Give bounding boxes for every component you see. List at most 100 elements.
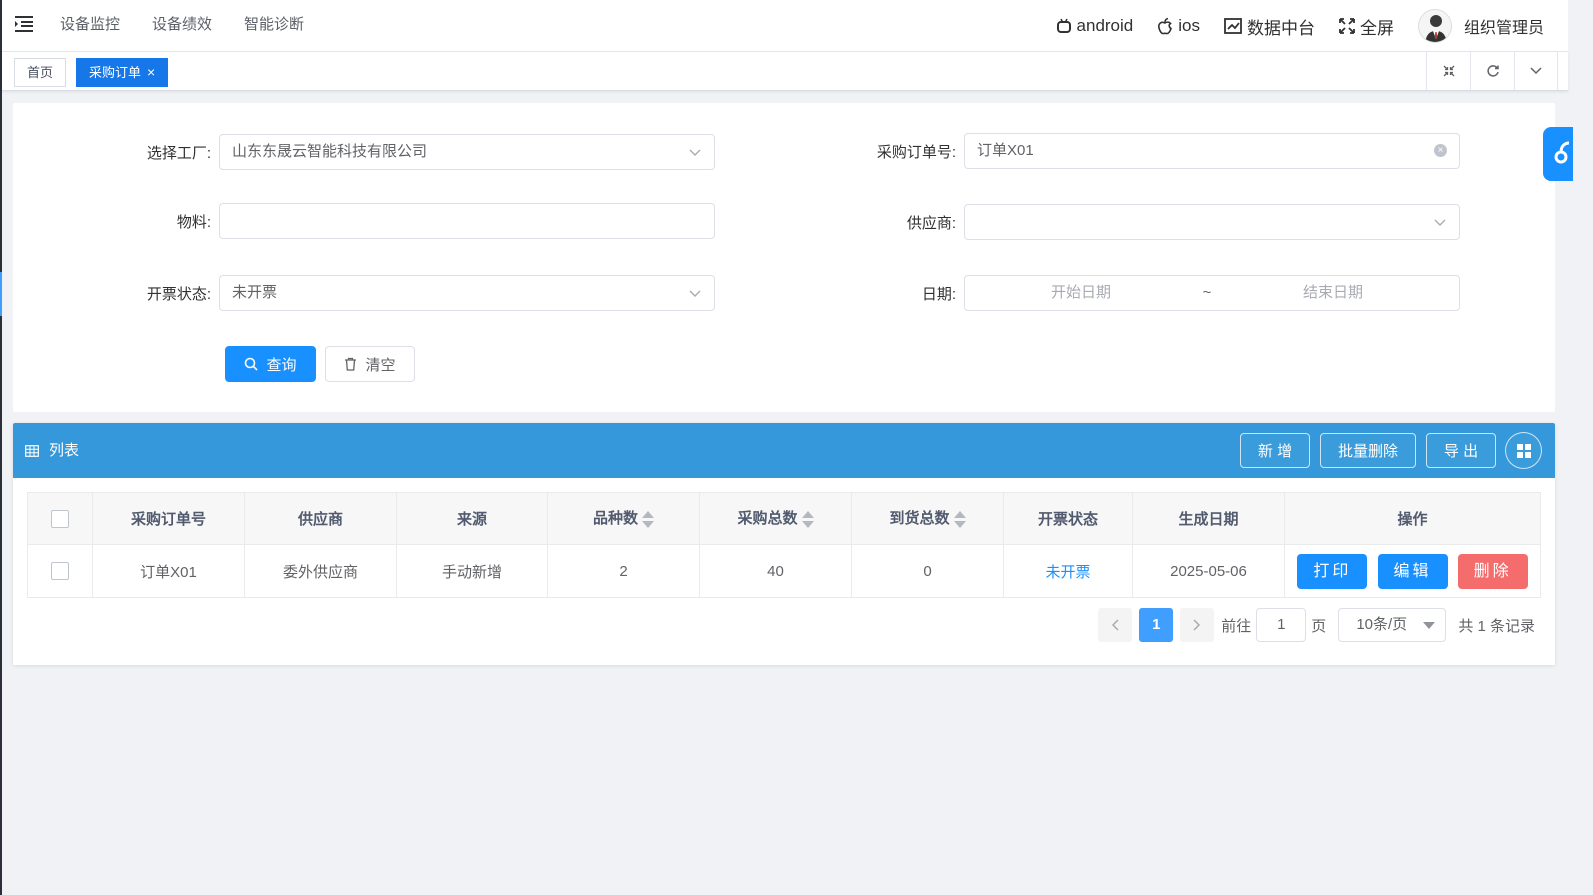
- right-menu: android ios 数据中台 全屏 组织管理员: [1032, 0, 1544, 52]
- sidebar-edge: [0, 0, 2, 895]
- clear-input-icon[interactable]: ×: [1434, 144, 1447, 157]
- table-header-row: 采购订单号 供应商 来源 品种数 采购总数 到货总数 开票状态 生成日期 操作: [27, 492, 1541, 545]
- top-nav: 设备监控 设备绩效 智能诊断: [60, 0, 336, 50]
- supplier-row: 供应商:: [764, 204, 1460, 240]
- refresh-button[interactable]: [1470, 52, 1514, 90]
- order-no-input[interactable]: 订单X01 ×: [964, 133, 1460, 169]
- invoice-label: 开票状态:: [146, 285, 211, 303]
- col-header-purchase-total[interactable]: 采购总数: [699, 492, 852, 545]
- goto-page-input[interactable]: 1: [1256, 608, 1307, 642]
- nav-item-smart-diagnosis[interactable]: 智能诊断: [244, 0, 320, 50]
- search-form-panel: 选择工厂: 山东东晟云智能科技有限公司 采购订单号: 订单X01 × 物料: 供…: [13, 103, 1555, 412]
- android-link[interactable]: android: [1056, 16, 1133, 36]
- delete-button[interactable]: 删除: [1457, 553, 1528, 589]
- sort-caret-icon[interactable]: [801, 510, 814, 530]
- nav-item-device-monitor[interactable]: 设备监控: [60, 0, 136, 50]
- top-header: 设备监控 设备绩效 智能诊断 android ios 数据中台 全屏 组织管理员: [2, 0, 1568, 52]
- search-button[interactable]: 查询: [225, 346, 316, 382]
- cell-purchase-total: 40: [699, 544, 852, 598]
- cell-order-no: 订单X01: [92, 544, 245, 598]
- date-label: 日期:: [921, 285, 956, 303]
- row-select-cell: [27, 544, 93, 598]
- date-range-picker[interactable]: 开始日期 ~ 结束日期: [964, 275, 1460, 311]
- col-header-arrival-total[interactable]: 到货总数: [851, 492, 1004, 545]
- cell-arrival-total: 0: [851, 544, 1004, 598]
- tag-purchase-order-label: 采购订单: [89, 65, 142, 80]
- caret-down-icon: [1423, 622, 1436, 629]
- compress-icon: [1443, 65, 1454, 77]
- col-header-variety[interactable]: 品种数: [547, 492, 700, 545]
- invoice-status-value: 未开票: [232, 284, 278, 301]
- maximize-button[interactable]: [1426, 52, 1470, 90]
- total-records: 共 1 条记录: [1458, 617, 1535, 635]
- add-button[interactable]: 新 增: [1240, 433, 1310, 468]
- page-size-select[interactable]: 10条/页: [1338, 608, 1447, 642]
- col-header-arrival-total-label: 到货总数: [889, 510, 950, 528]
- fullscreen-icon: [1339, 18, 1355, 34]
- col-header-created: 生成日期: [1132, 492, 1285, 545]
- factory-row: 选择工厂: 山东东晟云智能科技有限公司: [13, 134, 715, 170]
- search-button-label: 查询: [266, 356, 297, 374]
- fullscreen-link[interactable]: 全屏: [1339, 14, 1394, 39]
- supplier-label: 供应商:: [906, 214, 956, 232]
- invoice-row: 开票状态: 未开票: [13, 275, 715, 311]
- invoice-status-link[interactable]: 未开票: [1045, 564, 1090, 581]
- page-number-1[interactable]: 1: [1139, 608, 1174, 642]
- sort-caret-icon[interactable]: [642, 510, 654, 530]
- prev-page-button[interactable]: [1098, 608, 1133, 642]
- next-page-button[interactable]: [1180, 608, 1215, 642]
- factory-label: 选择工厂:: [146, 144, 211, 162]
- sidebar-active-indicator: [0, 272, 2, 316]
- cell-source: 手动新增: [396, 544, 548, 598]
- select-all-checkbox[interactable]: [51, 509, 69, 528]
- table-icon: [25, 444, 39, 457]
- avatar: [1417, 9, 1452, 43]
- cell-variety: 2: [547, 544, 700, 598]
- trash-icon: [345, 357, 357, 371]
- user-menu[interactable]: 组织管理员: [1417, 9, 1544, 43]
- list-header: 列表 新 增 批量删除 导 出: [13, 423, 1555, 478]
- chevron-down-icon: [689, 290, 701, 297]
- material-row: 物料:: [13, 203, 715, 239]
- floating-side-tab[interactable]: [1543, 127, 1573, 181]
- tag-more-button[interactable]: [1514, 52, 1558, 90]
- order-no-label: 采购订单号:: [876, 143, 956, 161]
- factory-select[interactable]: 山东东晟云智能科技有限公司: [219, 134, 715, 170]
- data-center-link[interactable]: 数据中台: [1224, 14, 1315, 39]
- col-header-invoice-status: 开票状态: [1003, 492, 1133, 545]
- invoice-status-select[interactable]: 未开票: [219, 275, 715, 311]
- batch-delete-button[interactable]: 批量删除: [1320, 433, 1416, 468]
- hamburger-menu-icon[interactable]: [14, 14, 34, 34]
- chevron-down-icon: [1530, 67, 1542, 75]
- supplier-select[interactable]: [964, 204, 1460, 240]
- cell-supplier: 委外供应商: [244, 544, 397, 598]
- sort-caret-icon[interactable]: [953, 510, 966, 530]
- tags-view-bar: 首页 采购订单 ×: [2, 52, 1568, 91]
- table-row: 订单X01 委外供应商 手动新增 2 40 0 未开票 2025-05-06 打…: [27, 544, 1541, 598]
- fullscreen-label: 全屏: [1359, 18, 1394, 38]
- column-settings-button[interactable]: [1505, 432, 1542, 469]
- print-button[interactable]: 打印: [1297, 553, 1368, 589]
- clear-button-label: 清空: [365, 356, 396, 374]
- nav-item-device-performance[interactable]: 设备绩效: [152, 0, 228, 50]
- start-date-input[interactable]: 开始日期: [965, 276, 1197, 310]
- ios-link[interactable]: ios: [1157, 16, 1200, 36]
- end-date-input[interactable]: 结束日期: [1217, 276, 1449, 310]
- cell-created: 2025-05-06: [1132, 544, 1285, 598]
- data-center-label: 数据中台: [1246, 18, 1315, 38]
- export-button[interactable]: 导 出: [1426, 433, 1496, 468]
- material-input[interactable]: [219, 203, 715, 239]
- chevron-right-icon: [1193, 619, 1201, 631]
- ios-label: ios: [1178, 16, 1200, 35]
- search-icon: [245, 357, 259, 371]
- col-header-variety-label: 品种数: [592, 510, 638, 528]
- tag-close-icon[interactable]: ×: [147, 64, 155, 80]
- factory-value: 山东东晟云智能科技有限公司: [232, 143, 428, 160]
- edit-button[interactable]: 编辑: [1377, 553, 1448, 589]
- tag-home[interactable]: 首页: [14, 58, 67, 87]
- row-checkbox[interactable]: [51, 562, 69, 581]
- date-separator: ~: [1202, 284, 1212, 301]
- list-title: 列表: [25, 423, 79, 478]
- tag-purchase-order[interactable]: 采购订单 ×: [76, 58, 169, 87]
- clear-button[interactable]: 清空: [325, 346, 415, 382]
